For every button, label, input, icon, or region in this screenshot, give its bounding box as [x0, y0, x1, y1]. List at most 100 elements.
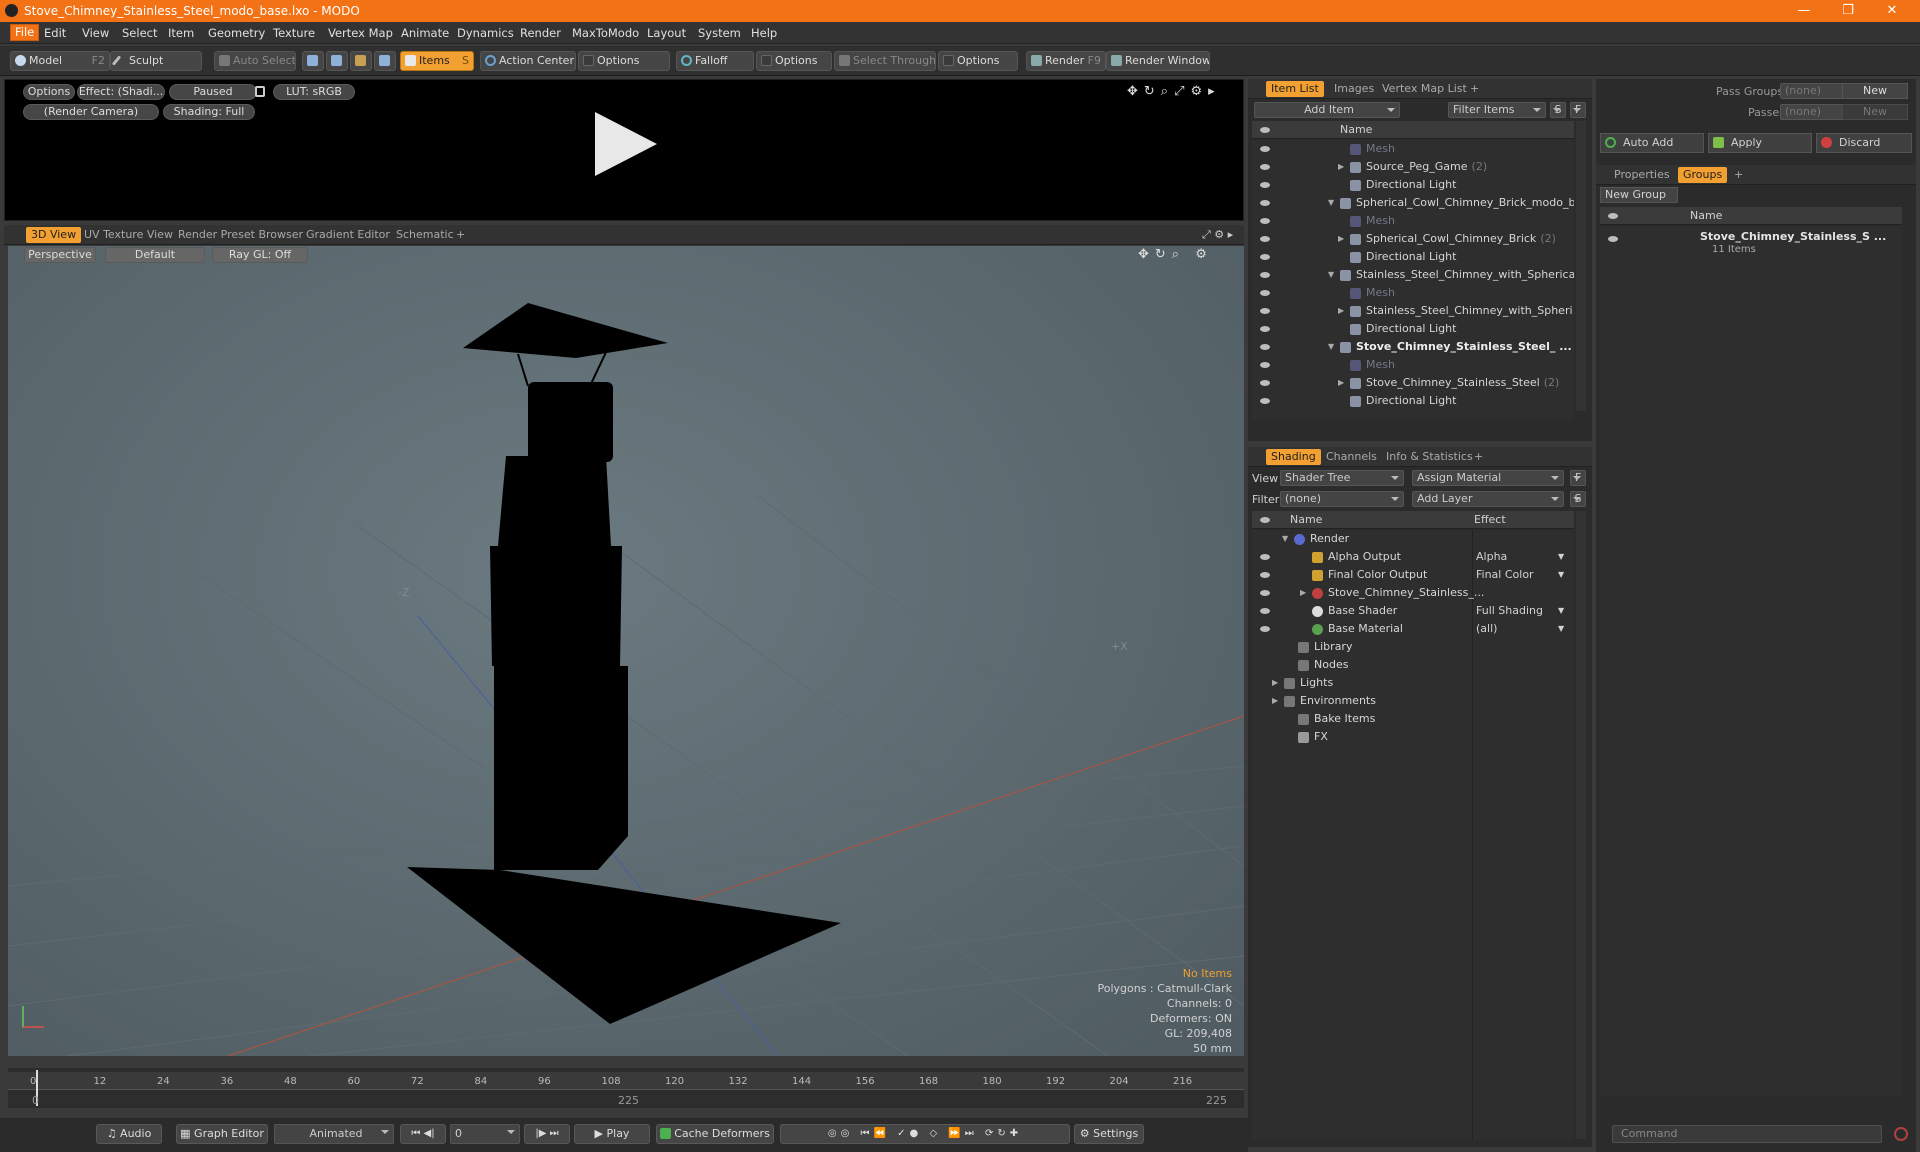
eye-icon[interactable]	[1260, 272, 1270, 278]
chevron-down-icon[interactable]: ▼	[1558, 620, 1564, 638]
item-list-row[interactable]: Mesh	[1252, 212, 1574, 230]
render-button[interactable]: Render F9	[1026, 51, 1106, 71]
viewport-tab-tools-icon[interactable]: ⤢ ⚙ ▸	[1202, 228, 1233, 242]
menu-render[interactable]: Render	[520, 26, 561, 40]
item-list-row[interactable]: Directional Light	[1252, 176, 1574, 194]
graph-editor-button[interactable]: ▦ Graph Editor	[176, 1124, 268, 1144]
assign-material-dropdown[interactable]: Assign Material	[1412, 470, 1564, 486]
group-row[interactable]: Stove_Chimney_Stainless_S ... 11 Items	[1600, 228, 1902, 260]
cache-deformers-button[interactable]: Cache Deformers	[656, 1124, 774, 1144]
item-list-row[interactable]: Directional Light	[1252, 392, 1574, 410]
item-list-row[interactable]: ▼ Spherical_Cowl_Chimney_Brick_modo_b ...	[1252, 194, 1574, 212]
close-icon[interactable]: ✕	[1870, 0, 1914, 22]
new-pass-group-button[interactable]: New	[1842, 83, 1908, 99]
falloff-options-button[interactable]: Options	[756, 51, 832, 71]
shader-tree-row[interactable]: ▶ Environments	[1252, 692, 1574, 710]
eye-icon[interactable]	[1260, 326, 1270, 332]
render-camera-dropdown[interactable]: (Render Camera)	[23, 104, 159, 120]
menu-edit[interactable]: Edit	[44, 26, 66, 40]
timeline[interactable]: 0 12 24 36 48 60 72 84 96 108 120 132 144 156 168 180 19…	[8, 1068, 1244, 1108]
menu-vertex-map[interactable]: Vertex Map	[328, 26, 393, 40]
menu-animate[interactable]: Animate	[401, 26, 449, 40]
polygons-mode-icon[interactable]	[350, 51, 372, 71]
discard-button[interactable]: Discard	[1816, 133, 1912, 153]
lut-dropdown[interactable]: LUT: sRGB	[273, 84, 355, 100]
eye-icon[interactable]	[1260, 554, 1270, 560]
vertices-mode-icon[interactable]	[302, 51, 324, 71]
shader-tree-row[interactable]: Nodes	[1252, 656, 1574, 674]
perspective-dropdown[interactable]: Perspective	[24, 247, 96, 263]
eye-icon[interactable]	[1260, 344, 1270, 350]
eye-icon[interactable]	[1260, 308, 1270, 314]
shader-effect-dropdown[interactable]: Final Color	[1476, 566, 1570, 584]
item-list-row[interactable]: ▼ Stove_Chimney_Stainless_Steel_ ...	[1252, 338, 1574, 356]
expand-arrow-icon[interactable]: ▶	[1338, 302, 1344, 320]
auto-add-button[interactable]: Auto Add	[1600, 133, 1704, 153]
tab-gradient-editor[interactable]: Gradient Editor	[306, 228, 390, 241]
chevron-down-icon[interactable]: ▼	[1558, 548, 1564, 566]
item-list-row[interactable]: ▶ Stainless_Steel_Chimney_with_Spheri ...	[1252, 302, 1574, 320]
item-list-row[interactable]: Mesh	[1252, 284, 1574, 302]
item-list-row[interactable]: ▶ Spherical_Cowl_Chimney_Brick (2)	[1252, 230, 1574, 248]
eye-icon[interactable]	[1608, 236, 1618, 242]
item-list-f-button[interactable]: F	[1570, 102, 1586, 118]
audio-button[interactable]: ♫ Audio	[96, 1124, 162, 1144]
add-tab-icon[interactable]: +	[1734, 168, 1743, 181]
eye-icon[interactable]	[1260, 254, 1270, 260]
item-list-row[interactable]: Mesh	[1252, 356, 1574, 374]
menu-geometry[interactable]: Geometry	[208, 26, 265, 40]
sculpt-mode-button[interactable]: Sculpt	[110, 51, 202, 71]
shader-tree-row[interactable]: Final Color Output Final Color ▼	[1252, 566, 1574, 584]
shading-s-button[interactable]: S	[1570, 491, 1586, 507]
shader-tree-row[interactable]: ▶ Lights	[1252, 674, 1574, 692]
expand-arrow-icon[interactable]: ▼	[1282, 530, 1288, 548]
expand-arrow-icon[interactable]: ▶	[1338, 230, 1344, 248]
item-list-row[interactable]: ▶ Stove_Chimney_Stainless_Steel (2)	[1252, 374, 1574, 392]
preview-options-button[interactable]: Options	[23, 84, 75, 100]
item-list-row[interactable]: ▼ Stainless_Steel_Chimney_with_Spherical.…	[1252, 266, 1574, 284]
tab-info-statistics[interactable]: Info & Statistics	[1386, 450, 1473, 463]
expand-arrow-icon[interactable]: ▶	[1338, 374, 1344, 392]
tab-uv-texture-view[interactable]: UV Texture View	[84, 228, 173, 241]
tab-item-list[interactable]: Item List	[1266, 81, 1324, 97]
item-list-row[interactable]: Mesh	[1252, 140, 1574, 158]
menu-select[interactable]: Select	[122, 26, 157, 40]
tab-render-preset-browser[interactable]: Render Preset Browser	[178, 228, 303, 241]
model-mode-button[interactable]: Model F2	[10, 51, 110, 71]
menu-layout[interactable]: Layout	[647, 26, 686, 40]
expand-arrow-icon[interactable]: ▼	[1328, 266, 1334, 284]
shader-effect-dropdown[interactable]: Full Shading	[1476, 602, 1570, 620]
chevron-down-icon[interactable]: ▼	[1558, 566, 1564, 584]
item-list-scrollbar[interactable]	[1576, 121, 1586, 411]
tab-images[interactable]: Images	[1334, 82, 1374, 95]
expand-arrow-icon[interactable]: ▶	[1338, 158, 1344, 176]
play-button[interactable]: ▶ Play	[574, 1124, 650, 1144]
eye-icon[interactable]	[1260, 200, 1270, 206]
eye-icon[interactable]	[1260, 182, 1270, 188]
add-tab-icon[interactable]: +	[456, 228, 465, 241]
viewport-nav-icons[interactable]: ✥↻⌕ ⚙	[1138, 247, 1213, 262]
shader-tree-row[interactable]: Base Material (all) ▼	[1252, 620, 1574, 638]
add-layer-dropdown[interactable]: Add Layer	[1412, 491, 1564, 507]
add-item-dropdown[interactable]: Add Item	[1254, 102, 1400, 118]
eye-icon[interactable]	[1260, 572, 1270, 578]
select-through-options-button[interactable]: Options	[938, 51, 1018, 71]
command-input[interactable]: Command	[1612, 1125, 1882, 1143]
item-list-row[interactable]: Directional Light	[1252, 320, 1574, 338]
expand-arrow-icon[interactable]: ▼	[1328, 338, 1334, 356]
eye-icon[interactable]	[1260, 218, 1270, 224]
tab-vertex-map-list[interactable]: Vertex Map List	[1382, 82, 1467, 95]
menu-file[interactable]: File	[10, 24, 40, 41]
shader-effect-dropdown[interactable]: (all)	[1476, 620, 1570, 638]
play-icon[interactable]	[595, 112, 657, 176]
next-key-buttons[interactable]: |▶ ⏭	[524, 1124, 570, 1144]
eye-icon[interactable]	[1260, 590, 1270, 596]
item-list-row[interactable]: ▶ Source_Peg_Game (2)	[1252, 158, 1574, 176]
shading-dropdown[interactable]: Shading: Full	[163, 104, 255, 120]
tab-channels[interactable]: Channels	[1326, 450, 1377, 463]
filter-dropdown[interactable]: (none)	[1280, 491, 1404, 507]
restore-icon[interactable]: ❐	[1826, 0, 1870, 22]
apply-button[interactable]: Apply	[1708, 133, 1812, 153]
chevron-down-icon[interactable]: ▼	[1558, 602, 1564, 620]
expand-arrow-icon[interactable]: ▶	[1272, 692, 1278, 710]
